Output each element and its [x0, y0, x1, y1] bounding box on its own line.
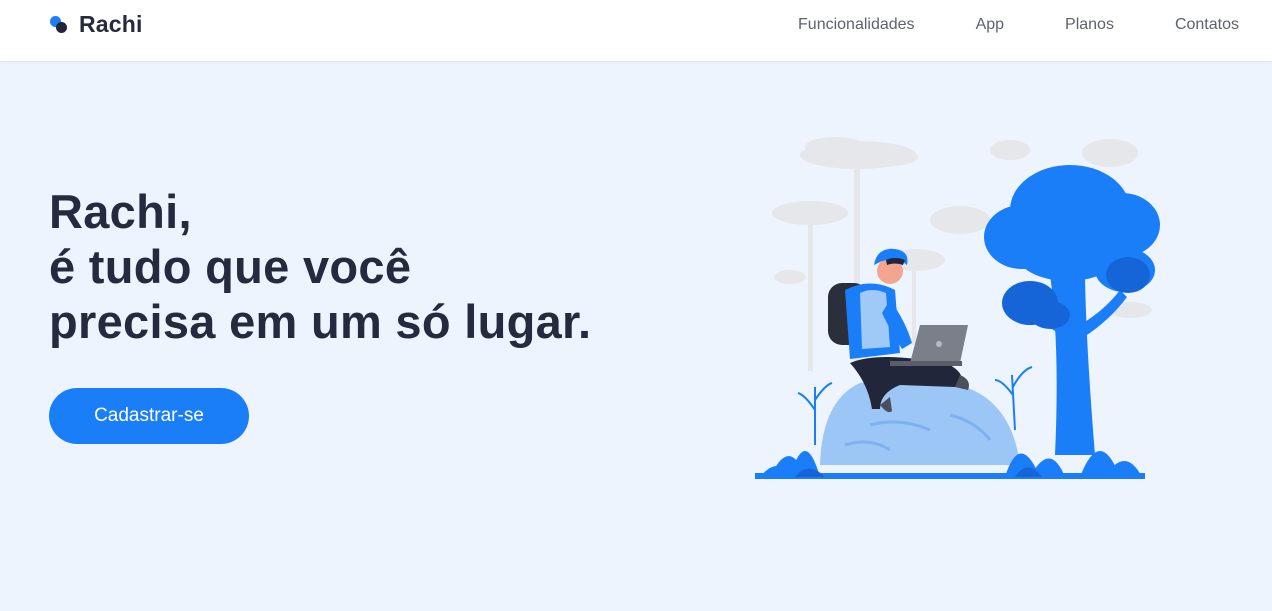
nav-link-app[interactable]: App: [976, 15, 1004, 35]
brand-name: Rachi: [79, 10, 143, 37]
signup-button[interactable]: Cadastrar-se: [49, 388, 249, 444]
person-with-laptop-illustration: [755, 137, 1160, 479]
main-nav: Funcionalidades App Planos Contatos: [798, 15, 1239, 35]
hero-title-line-2: é tudo que você: [49, 240, 412, 293]
nav-link-contatos[interactable]: Contatos: [1175, 15, 1239, 35]
hero-title-line-3: precisa em um só lugar.: [49, 295, 592, 348]
hero-title-line-1: Rachi,: [49, 185, 192, 238]
nav-link-funcionalidades[interactable]: Funcionalidades: [798, 15, 915, 35]
site-header: Rachi Funcionalidades App Planos Contato…: [0, 0, 1272, 61]
nav-link-planos[interactable]: Planos: [1065, 15, 1114, 35]
logo-icon: [48, 13, 70, 35]
hero-title: Rachi, é tudo que você precisa em um só …: [49, 184, 669, 349]
brand-logo[interactable]: Rachi: [48, 10, 143, 38]
